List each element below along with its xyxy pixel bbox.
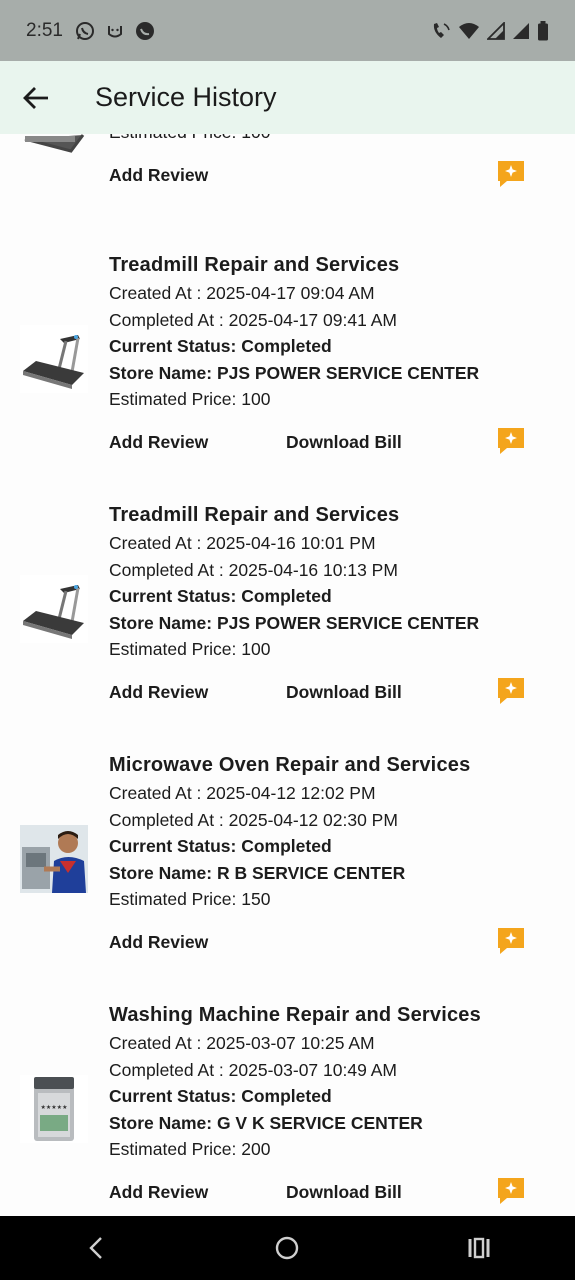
washing-machine-image: ★★★★★ <box>20 1075 88 1143</box>
order-card: Microwave Oven Repair and Services Creat… <box>0 750 575 1000</box>
created-at-text: Created At : 2025-04-17 09:04 AM <box>109 283 375 303</box>
scroll-content: Estimated Price: 100 Add Review <box>0 134 575 1216</box>
signal-icon <box>513 22 529 39</box>
price-text: Estimated Price: 150 <box>109 889 271 909</box>
order-actions: Add Review Download Bill <box>109 1177 539 1207</box>
add-review-button[interactable]: Add Review <box>109 432 286 453</box>
service-history-list[interactable]: Estimated Price: 100 Add Review <box>0 134 575 1216</box>
created-at-text: Created At : 2025-04-16 10:01 PM <box>109 533 376 553</box>
status-time: 2:51 <box>26 19 63 41</box>
download-bill-button[interactable]: Download Bill <box>286 1182 402 1203</box>
download-bill-button[interactable]: Download Bill <box>286 682 402 703</box>
page-title: Service History <box>95 82 277 112</box>
add-review-button[interactable]: Add Review <box>109 682 286 703</box>
home-nav-icon <box>276 1236 299 1260</box>
order-title: Microwave Oven Repair and Services <box>109 754 471 776</box>
status-text: Current Status: Completed <box>109 1086 332 1106</box>
order-title: Treadmill Repair and Services <box>109 254 400 276</box>
order-actions: Add Review Download Bill <box>109 427 539 457</box>
order-details: Treadmill Repair and Services Created At… <box>109 250 559 413</box>
technician-image <box>20 825 88 893</box>
nav-home-button[interactable] <box>257 1223 317 1273</box>
status-right-group <box>431 20 549 41</box>
partial-order-card: Estimated Price: 100 Add Review <box>0 134 575 250</box>
status-text: Current Status: Completed <box>109 336 332 356</box>
battery-icon <box>538 20 548 40</box>
add-review-button[interactable]: Add Review <box>109 932 286 953</box>
status-text: Current Status: Completed <box>109 586 332 606</box>
order-actions: Add Review <box>109 927 539 957</box>
treadmill-image <box>20 575 88 643</box>
back-button[interactable] <box>0 61 72 134</box>
nav-recents-button[interactable] <box>449 1223 509 1273</box>
partial-actions: Add Review <box>109 160 539 190</box>
order-details: Washing Machine Repair and Services Crea… <box>109 1000 559 1163</box>
review-star-icon[interactable] <box>497 677 525 705</box>
add-review-button[interactable]: Add Review <box>109 165 286 186</box>
price-text: Estimated Price: 100 <box>109 389 271 409</box>
completed-at-text: Completed At : 2025-04-12 02:30 PM <box>109 809 398 830</box>
store-name-text: Store Name: PJS POWER SERVICE CENTER <box>109 612 480 633</box>
add-review-button[interactable]: Add Review <box>109 1182 286 1203</box>
review-star-icon[interactable] <box>497 1177 525 1205</box>
status-left-group: 2:51 <box>26 20 155 42</box>
app-icon <box>135 21 154 40</box>
download-bill-button[interactable]: Download Bill <box>286 432 402 453</box>
app-bar: Service History <box>0 61 575 134</box>
review-star-icon[interactable] <box>497 427 525 455</box>
system-nav-bar <box>0 1216 575 1280</box>
nav-back-button[interactable] <box>66 1223 126 1273</box>
order-details: Treadmill Repair and Services Created At… <box>109 500 559 663</box>
order-card: ★★★★★ Washing Machine Repair and Service… <box>0 1000 575 1216</box>
review-star-icon[interactable] <box>497 160 525 188</box>
notification-icon <box>107 25 122 37</box>
order-title: Treadmill Repair and Services <box>109 504 400 526</box>
review-star-icon[interactable] <box>497 927 525 955</box>
signal-icon <box>487 21 505 40</box>
price-text: Estimated Price: 100 <box>109 639 271 659</box>
treadmill-image <box>20 325 88 393</box>
back-nav-icon <box>89 1237 102 1259</box>
wifi-icon <box>459 22 479 39</box>
completed-at-text: Completed At : 2025-04-16 10:13 PM <box>109 559 398 580</box>
store-name-text: Store Name: G V K SERVICE CENTER <box>109 1112 423 1133</box>
price-text: Estimated Price: 100 <box>109 134 559 146</box>
wifi-call-icon <box>433 22 450 38</box>
order-details: Microwave Oven Repair and Services Creat… <box>109 750 559 913</box>
created-at-text: Created At : 2025-04-12 12:02 PM <box>109 783 376 803</box>
status-bar: 2:51 <box>0 0 575 61</box>
status-text: Current Status: Completed <box>109 836 332 856</box>
arrow-back-icon <box>23 86 48 109</box>
recents-nav-icon <box>468 1237 490 1259</box>
partial-card-body: Estimated Price: 100 <box>109 134 559 146</box>
order-title: Washing Machine Repair and Services <box>109 1004 481 1026</box>
store-name-text: Store Name: R B SERVICE CENTER <box>109 862 406 883</box>
completed-at-text: Completed At : 2025-03-07 10:49 AM <box>109 1059 397 1080</box>
order-actions: Add Review Download Bill <box>109 677 539 707</box>
order-card: Treadmill Repair and Services Created At… <box>0 250 575 500</box>
created-at-text: Created At : 2025-03-07 10:25 AM <box>109 1033 375 1053</box>
completed-at-text: Completed At : 2025-04-17 09:41 AM <box>109 309 397 330</box>
order-card: Treadmill Repair and Services Created At… <box>0 500 575 750</box>
price-text: Estimated Price: 200 <box>109 1139 271 1159</box>
svg-text:★★★★★: ★★★★★ <box>41 1104 68 1111</box>
treadmill-image <box>20 134 88 156</box>
whatsapp-icon <box>75 21 94 40</box>
store-name-text: Store Name: PJS POWER SERVICE CENTER <box>109 362 480 383</box>
